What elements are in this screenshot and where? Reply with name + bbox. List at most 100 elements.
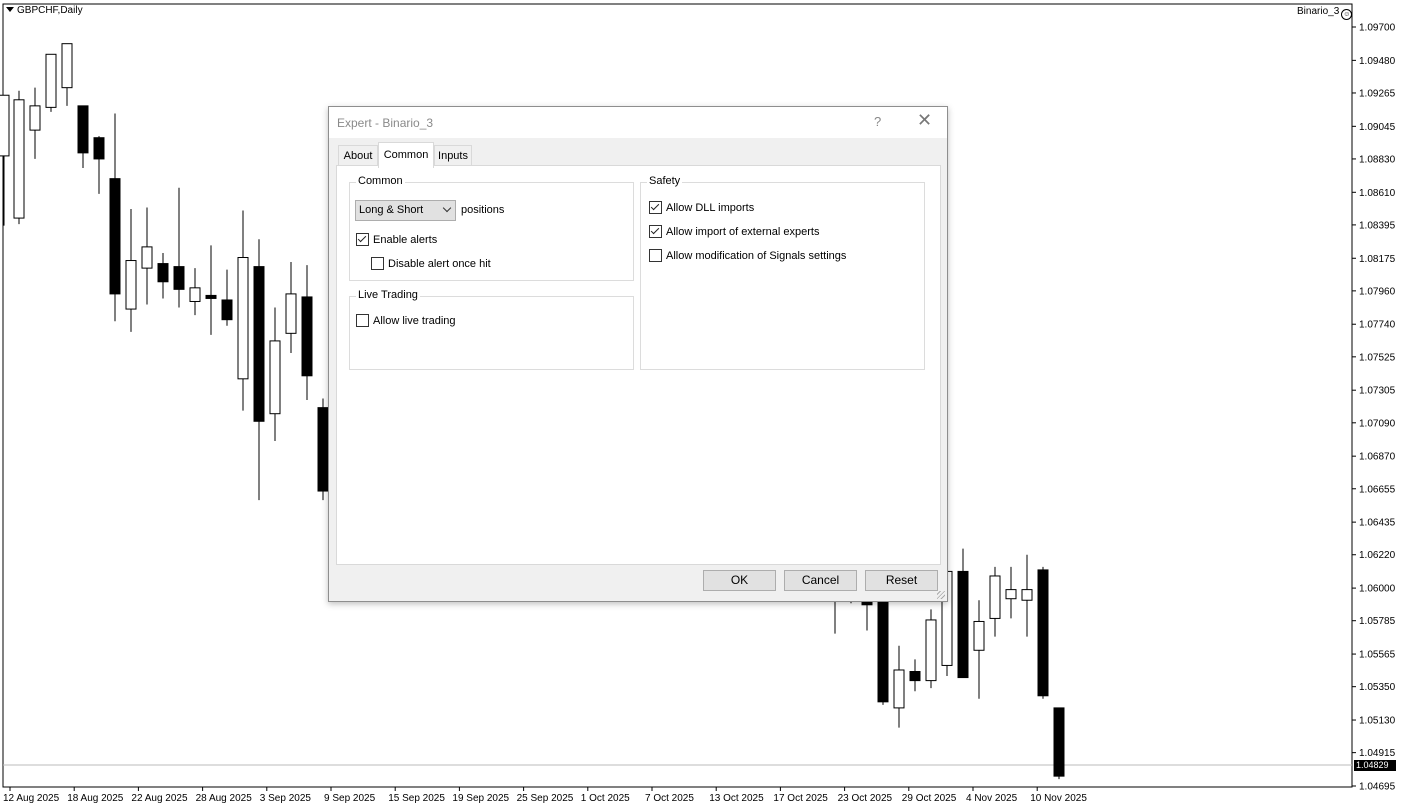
tab-panel-common: Common Long & Short positions Enable ale… [336,165,941,565]
tab-common[interactable]: Common [378,142,434,168]
price-label: 1.07740 [1359,320,1396,331]
group-common-label: Common [356,175,405,187]
price-label: 1.07090 [1359,418,1396,429]
price-label: 1.07305 [1359,386,1396,397]
candle-bear [253,266,265,422]
allow-dll-imports-checkbox[interactable]: Allow DLL imports [649,201,754,214]
dropdown-triangle-icon[interactable] [6,7,14,12]
price-label: 1.06870 [1359,452,1396,463]
date-label: 28 Aug 2025 [196,793,253,804]
candle-bull [29,105,41,131]
checkbox-checked-icon[interactable] [649,225,662,238]
date-label: 7 Oct 2025 [645,793,694,804]
price-label: 1.09480 [1359,56,1396,67]
candle-bull [141,246,153,269]
date-axis: 12 Aug 2025 18 Aug 2025 22 Aug 2025 28 Aug … [3,787,1087,804]
help-button[interactable]: ? [874,114,881,129]
price-label: 1.05565 [1359,650,1396,661]
allow-modification-signals-label: Allow modification of Signals settings [666,250,847,262]
candle-bear [173,266,185,290]
candle-bull [893,669,905,709]
candle-bull [189,287,201,302]
direction-value: Long & Short [359,204,424,216]
checkbox-unchecked-icon[interactable] [356,314,369,327]
disable-alert-once-hit-label: Disable alert once hit [388,258,491,270]
price-label: 1.05130 [1359,716,1396,727]
checkbox-unchecked-icon[interactable] [649,249,662,262]
date-label: 19 Sep 2025 [452,793,509,804]
candle-bull [989,575,1001,619]
allow-import-external-checkbox[interactable]: Allow import of external experts [649,225,819,238]
candle-bull [0,94,10,157]
candle-bull [973,620,985,651]
allow-modification-signals-checkbox[interactable]: Allow modification of Signals settings [649,249,846,262]
checkbox-checked-icon[interactable] [356,233,369,246]
price-label: 1.04695 [1359,782,1396,793]
tab-inputs[interactable]: Inputs [434,145,472,166]
candle-bull [237,257,249,380]
current-price-tag: 1.04829 [1354,760,1396,771]
direction-select[interactable]: Long & Short [355,200,456,221]
price-label: 1.06220 [1359,550,1396,561]
date-label: 22 Aug 2025 [131,793,188,804]
expert-smiley-icon[interactable]: ☺ [1341,9,1353,20]
group-live-trading: Live Trading [349,289,634,370]
checkbox-checked-icon[interactable] [649,201,662,214]
price-axis: 1.09700 1.09480 1.09265 1.09045 1.08830 1.086… [1352,23,1396,793]
tab-about[interactable]: About [338,145,378,166]
candle-bull [285,293,297,334]
price-label: 1.06655 [1359,484,1396,495]
checkbox-unchecked-icon[interactable] [371,257,384,270]
price-label: 1.09045 [1359,122,1396,133]
close-button[interactable]: ✕ [917,111,932,129]
date-label: 10 Nov 2025 [1030,793,1087,804]
date-label: 3 Sep 2025 [260,793,312,804]
ok-button[interactable]: OK [703,570,776,591]
enable-alerts-checkbox[interactable]: Enable alerts [356,233,437,246]
candle-bull [61,43,73,89]
price-label: 1.08395 [1359,220,1396,231]
enable-alerts-label: Enable alerts [373,234,438,246]
allow-dll-imports-label: Allow DLL imports [666,202,755,214]
candle-bull [45,53,57,108]
candle-bull [13,99,25,219]
date-label: 29 Oct 2025 [902,793,957,804]
date-label: 4 Nov 2025 [966,793,1018,804]
chart-symbol-label[interactable]: GBPCHF,Daily [6,5,83,16]
candle-bear [957,570,969,679]
candle-bull [1021,589,1033,601]
date-label: 13 Oct 2025 [709,793,764,804]
date-label: 12 Aug 2025 [3,793,60,804]
disable-alert-once-hit-checkbox[interactable]: Disable alert once hit [371,257,491,270]
price-label: 1.08830 [1359,154,1396,165]
candle-bear [93,137,105,160]
resize-grip-icon[interactable] [937,591,945,599]
dialog-title: Expert - Binario_3 [337,116,434,130]
expert-dialog: Expert - Binario_3 ? ✕ About Common Inpu… [328,106,948,602]
candle-bear [77,105,89,154]
price-label: 1.05350 [1359,682,1396,693]
expert-label[interactable]: Binario_3 ☺ [1297,6,1353,20]
dialog-titlebar[interactable]: Expert - Binario_3 ? ✕ [329,107,947,138]
allow-import-external-label: Allow import of external experts [666,226,820,238]
candle-bull [269,340,281,415]
candle-bull [925,619,937,682]
allow-live-trading-checkbox[interactable]: Allow live trading [356,314,456,327]
candle-bear [301,296,313,377]
cancel-button[interactable]: Cancel [784,570,857,591]
candle-bear [1037,569,1049,697]
price-label: 1.08175 [1359,254,1396,265]
candle-bull [1005,589,1017,600]
candle-bull [125,260,137,310]
chevron-down-icon [442,203,452,213]
price-label: 1.09265 [1359,88,1396,99]
price-label: 1.08610 [1359,188,1396,199]
price-label: 1.06000 [1359,584,1396,595]
date-label: 25 Sep 2025 [517,793,574,804]
price-label: 1.07960 [1359,286,1396,297]
date-label: 17 Oct 2025 [773,793,828,804]
date-label: 18 Aug 2025 [67,793,124,804]
price-label: 1.05785 [1359,616,1396,627]
symbol-text: GBPCHF,Daily [17,5,83,16]
reset-button[interactable]: Reset [865,570,938,591]
